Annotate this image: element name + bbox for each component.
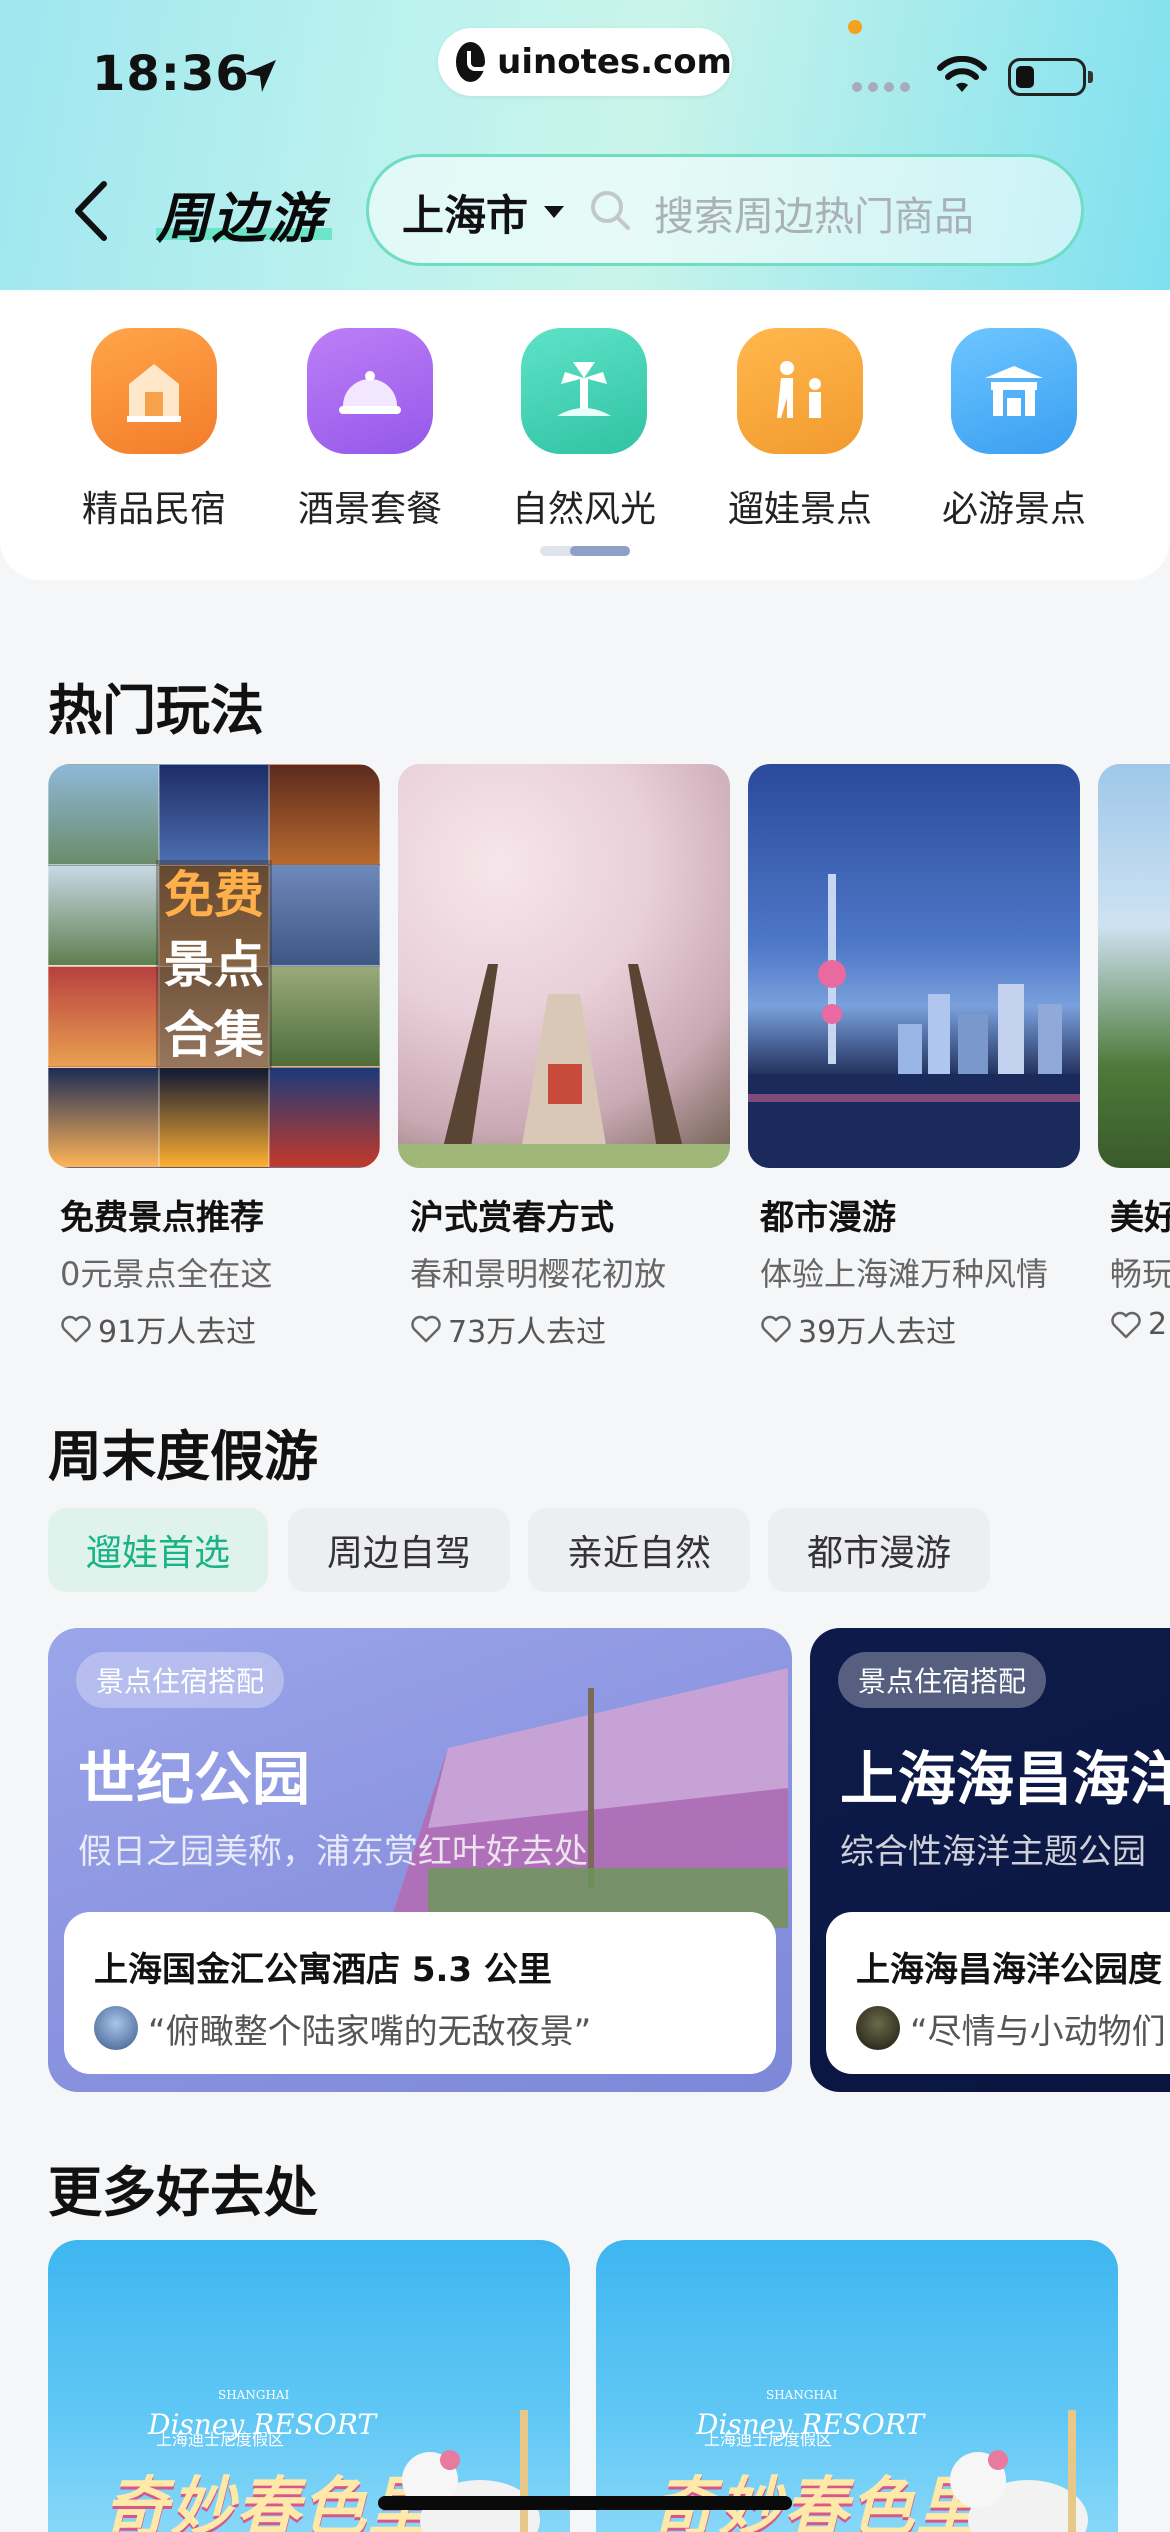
caret-down-icon[interactable] <box>544 206 564 218</box>
url-text: uinotes.com <box>497 42 732 82</box>
wifi-icon <box>937 56 987 92</box>
hot-card-subtitle: 春和景明樱花初放 <box>410 1255 667 1293</box>
category-scroll-indicator <box>540 546 630 556</box>
weekend-card-subtitle: 综合性海洋主题公园 <box>840 1832 1146 1872</box>
park-photo <box>388 1668 788 1928</box>
more-section-title: 更多好去处 <box>48 2161 318 2224</box>
hot-card-title: 都市漫游 <box>760 1198 896 1238</box>
hot-card-image <box>398 764 730 1168</box>
carousel-horse-icon <box>950 2410 1088 2532</box>
tab-drive[interactable]: 周边自驾 <box>288 1508 510 1592</box>
city-selector[interactable]: 上海市 <box>402 182 528 243</box>
hotel-info-box[interactable]: 上海国金汇公寓酒店 5.3 公里 “俯瞰整个陆家嘴的无敌夜景” <box>64 1912 776 2074</box>
site-logo-icon <box>456 42 490 82</box>
landmark-gate-icon <box>951 328 1077 454</box>
hotel-name-distance: 上海海昌海洋公园度 <box>856 1950 1162 1990</box>
category-label: 自然风光 <box>511 489 656 530</box>
weekend-section-title: 周末度假游 <box>48 1425 318 1488</box>
weekend-card-haichang[interactable]: 景点住宿搭配 上海海昌海洋 综合性海洋主题公园 上海海昌海洋公园度 “尽情与小动… <box>810 1628 1170 2092</box>
status-time: 18:36 <box>92 46 250 102</box>
hot-card-city[interactable]: 都市漫游 体验上海滩万种风情 39万人去过 <box>748 764 1080 1351</box>
carousel-horse-icon <box>402 2410 540 2532</box>
more-card-disney[interactable]: SHANGHAI Disney RESORT 上海迪士尼度假区 奇妙春色里 <box>48 2240 570 2532</box>
visit-count: 2 <box>1148 1307 1168 1342</box>
review-quote: “俯瞰整个陆家嘴的无敌夜景” <box>148 2012 592 2052</box>
category-label: 遛娃景点 <box>727 489 872 530</box>
home-indicator[interactable] <box>378 2496 792 2510</box>
privacy-indicator <box>848 20 862 34</box>
hot-card-title: 美好 <box>1110 1198 1170 1238</box>
tab-city[interactable]: 都市漫游 <box>768 1508 990 1592</box>
weekend-card-century-park[interactable]: 景点住宿搭配 世纪公园 假日之园美称，浦东赏红叶好去处 上海国金汇公寓酒店 5.… <box>48 1628 792 2092</box>
avatar <box>94 2006 138 2050</box>
palm-island-icon <box>521 328 647 454</box>
hot-card-title: 沪式赏春方式 <box>410 1198 614 1238</box>
tab-nature[interactable]: 亲近自然 <box>528 1508 750 1592</box>
search-input[interactable]: 搜索周边热门商品 <box>654 184 974 242</box>
hot-card-subtitle: 畅玩 <box>1110 1255 1170 1293</box>
category-dining[interactable]: 酒景套餐 <box>280 328 460 532</box>
location-arrow-icon <box>244 60 276 92</box>
weekend-card-title: 上海海昌海洋 <box>840 1745 1170 1813</box>
visit-count: 91万人去过 <box>98 1315 257 1350</box>
collage-caption: 免费 景点 合集 <box>156 860 272 1070</box>
weekend-card-title: 世纪公园 <box>78 1745 311 1813</box>
hot-card-spring[interactable]: 沪式赏春方式 春和景明樱花初放 73万人去过 <box>398 764 730 1351</box>
hot-card-subtitle: 体验上海滩万种风情 <box>760 1255 1049 1293</box>
hot-card-subtitle: 0元景点全在这 <box>60 1255 273 1293</box>
page-title: 周边游 <box>156 187 324 250</box>
homestay-icon <box>91 328 217 454</box>
back-arrow-icon[interactable] <box>66 176 116 246</box>
hotel-info-box[interactable]: 上海海昌海洋公园度 “尽情与小动物们 <box>826 1912 1170 2074</box>
category-family[interactable]: 遛娃景点 <box>710 328 890 532</box>
weekend-card-subtitle: 假日之园美称，浦东赏红叶好去处 <box>78 1832 588 1872</box>
hot-section-title: 热门玩法 <box>48 679 264 742</box>
visit-count: 73万人去过 <box>448 1315 607 1350</box>
heart-icon <box>761 1315 791 1343</box>
family-icon <box>737 328 863 454</box>
search-icon <box>591 191 630 230</box>
review-quote: “尽情与小动物们 <box>910 2012 1166 2052</box>
url-pill[interactable]: uinotes.com <box>438 28 732 96</box>
more-card-disney-2[interactable]: SHANGHAI Disney RESORT 上海迪士尼度假区 奇妙春色里 <box>596 2240 1118 2532</box>
tab-family[interactable]: 遛娃首选 <box>48 1508 268 1592</box>
hot-card-free[interactable]: 免费 景点 合集 免费景点推荐 0元景点全在这 91万人去过 <box>48 764 380 1351</box>
disney-subtitle: 上海迪士尼度假区 <box>156 2430 285 2449</box>
avatar <box>856 2006 900 2050</box>
hotel-name-distance: 上海国金汇公寓酒店 5.3 公里 <box>94 1950 552 1990</box>
hot-card-image: 免费 景点 合集 <box>48 764 380 1168</box>
visit-count: 39万人去过 <box>798 1315 957 1350</box>
disney-subtitle: 上海迪士尼度假区 <box>704 2430 833 2449</box>
category-label: 精品民宿 <box>81 489 226 530</box>
weekend-badge: 景点住宿搭配 <box>838 1652 1047 1708</box>
heart-icon <box>411 1315 441 1343</box>
hot-card-title: 免费景点推荐 <box>60 1198 264 1238</box>
heart-icon <box>1111 1311 1141 1338</box>
heart-icon <box>61 1315 91 1343</box>
category-label: 必游景点 <box>941 489 1086 530</box>
hot-card-partial[interactable]: 美好 畅玩 2 <box>1098 764 1170 1342</box>
category-homestay[interactable]: 精品民宿 <box>64 328 244 532</box>
category-landmark[interactable]: 必游景点 <box>924 328 1104 532</box>
category-label: 酒景套餐 <box>297 489 442 530</box>
battery-icon <box>1008 58 1093 96</box>
category-nature[interactable]: 自然风光 <box>494 328 674 532</box>
dining-bell-icon <box>307 328 433 454</box>
hot-card-image <box>748 764 1080 1168</box>
cellular-signal-icon <box>852 82 910 92</box>
hot-card-image <box>1098 764 1170 1168</box>
weekend-badge: 景点住宿搭配 <box>76 1652 285 1708</box>
